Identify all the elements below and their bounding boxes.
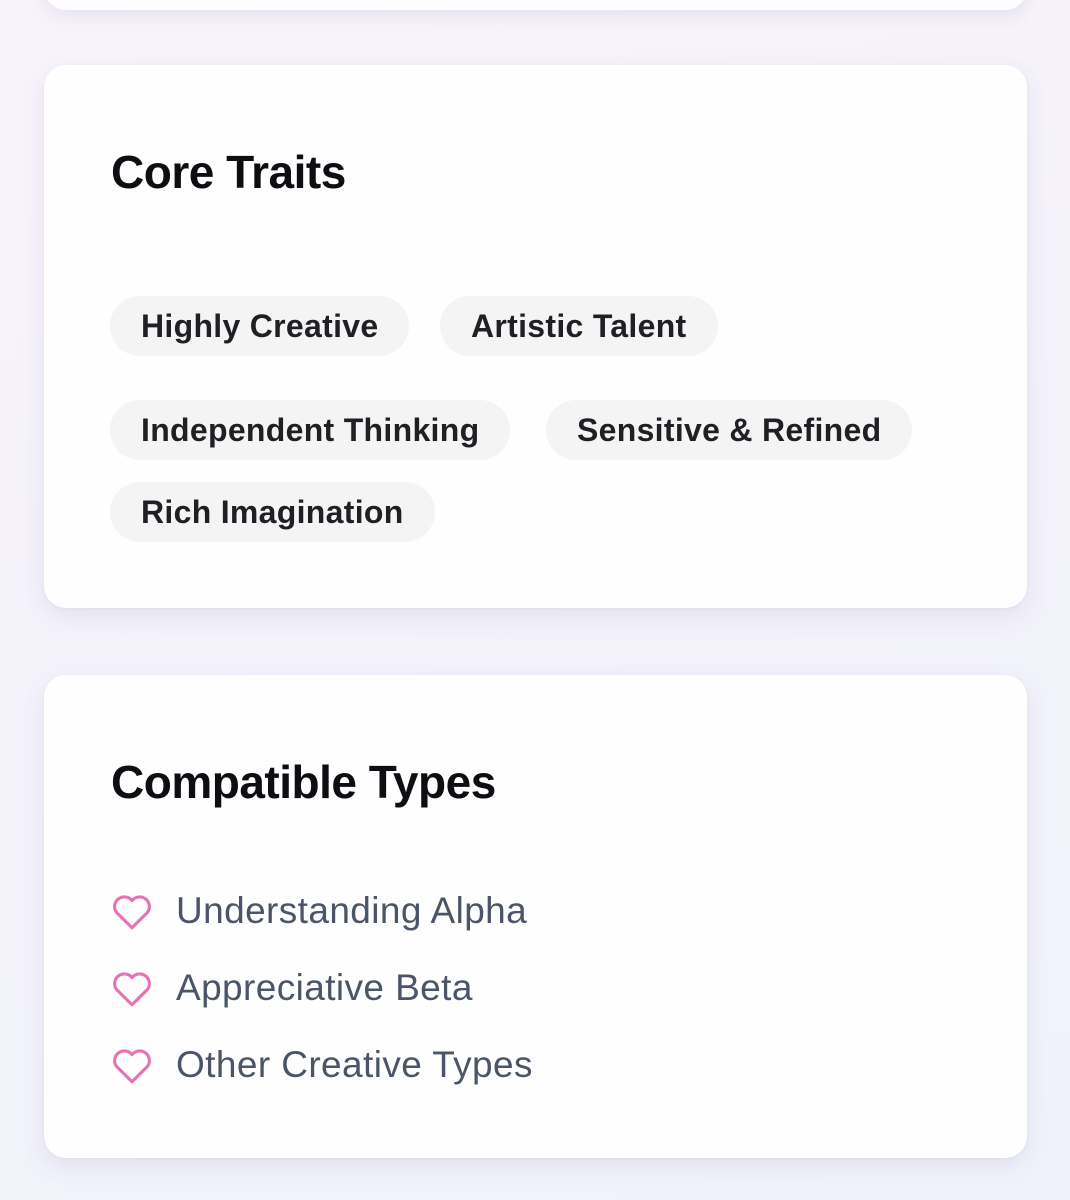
trait-chip-independent-thinking: Independent Thinking xyxy=(110,400,511,460)
trait-chip-artistic-talent: Artistic Talent xyxy=(440,296,718,356)
compat-item: Other Creative Types xyxy=(110,1040,533,1090)
compatible-types-title: Compatible Types xyxy=(111,756,496,808)
trait-chip-sensitive-refined: Sensitive & Refined xyxy=(546,400,913,460)
compat-label: Appreciative Beta xyxy=(176,967,473,1008)
heart-outline-icon xyxy=(113,895,151,930)
compat-label: Understanding Alpha xyxy=(176,890,528,931)
trait-chip-rich-imagination: Rich Imagination xyxy=(110,482,435,542)
compatible-types-card: Compatible Types Understanding Alpha App… xyxy=(44,675,1027,1158)
core-traits-card: Core Traits Highly Creative Artistic Tal… xyxy=(44,65,1027,608)
heart-outline-icon xyxy=(113,1049,151,1084)
trait-chip-highly-creative: Highly Creative xyxy=(110,296,410,356)
core-traits-title: Core Traits xyxy=(111,146,346,198)
heart-outline-icon xyxy=(113,972,151,1007)
previous-card-edge xyxy=(44,0,1027,10)
compat-label: Other Creative Types xyxy=(176,1044,533,1085)
compat-item: Understanding Alpha xyxy=(110,886,527,936)
compat-item: Appreciative Beta xyxy=(110,963,473,1013)
